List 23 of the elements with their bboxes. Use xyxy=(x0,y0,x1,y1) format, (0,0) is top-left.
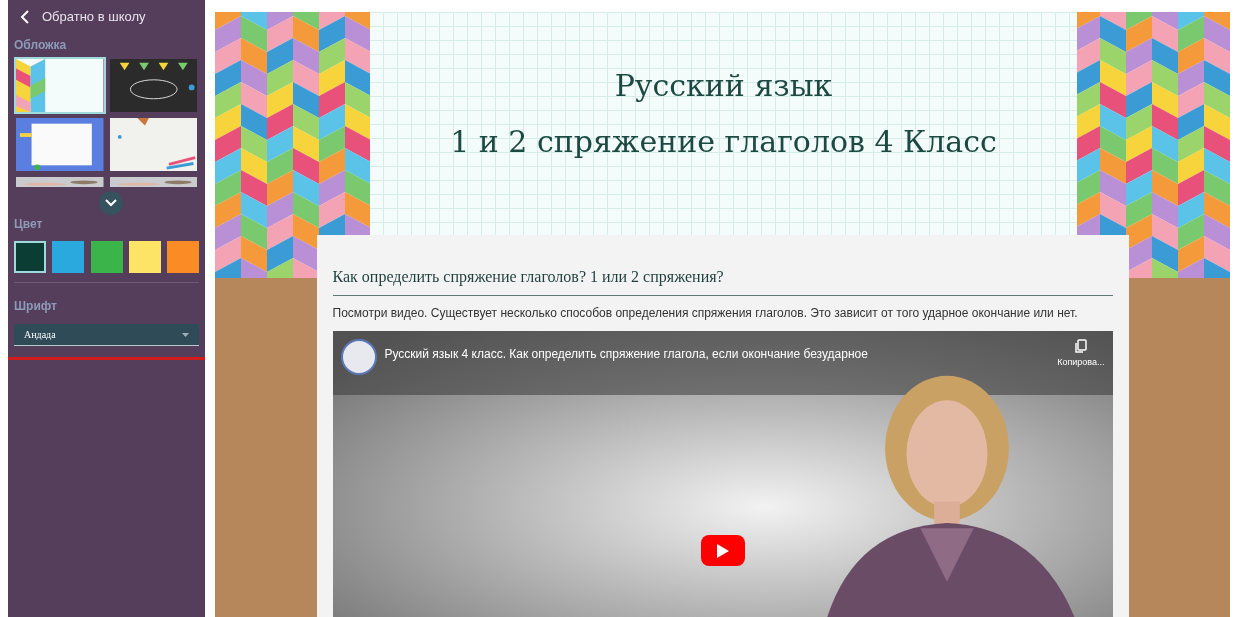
back-link[interactable]: Обратно в школу xyxy=(14,0,199,36)
card-heading: Как определить спряжение глаголов? 1 или 2 спряжения? xyxy=(332,265,1113,296)
section-title: Обложка xyxy=(14,37,68,54)
color-swatch[interactable] xyxy=(128,241,161,273)
page-title: Русский язык xyxy=(614,67,833,105)
color-swatch[interactable] xyxy=(167,241,199,273)
color-swatch[interactable] xyxy=(52,241,85,273)
video-title[interactable]: Русский язык 4 класс. Как определить спряжение глагола, если окончание безударное xyxy=(384,345,868,363)
card-text: Посмотри видео. Существует несколько способов определения спряжения глаголов. Это зависит от того ударное окончание или нет. xyxy=(332,305,1079,322)
back-icon xyxy=(20,10,30,24)
dropdown-caret-icon xyxy=(182,332,189,337)
play-button[interactable] xyxy=(700,535,745,566)
expand-button[interactable] xyxy=(99,191,123,215)
color-swatch[interactable] xyxy=(90,241,123,273)
play-icon xyxy=(716,543,729,558)
color-swatch[interactable] xyxy=(14,241,46,273)
copy-link-button[interactable]: Копирова... xyxy=(1057,339,1105,370)
copy-icon xyxy=(1074,339,1087,353)
section-title: Цвет xyxy=(14,216,44,233)
chevron-down-icon xyxy=(105,199,117,207)
font-select[interactable]: Андада xyxy=(14,324,199,346)
page-title: 1 и 2 спряжение глаголов 4 Класс xyxy=(450,123,997,161)
section-title: Шрифт xyxy=(14,298,58,315)
